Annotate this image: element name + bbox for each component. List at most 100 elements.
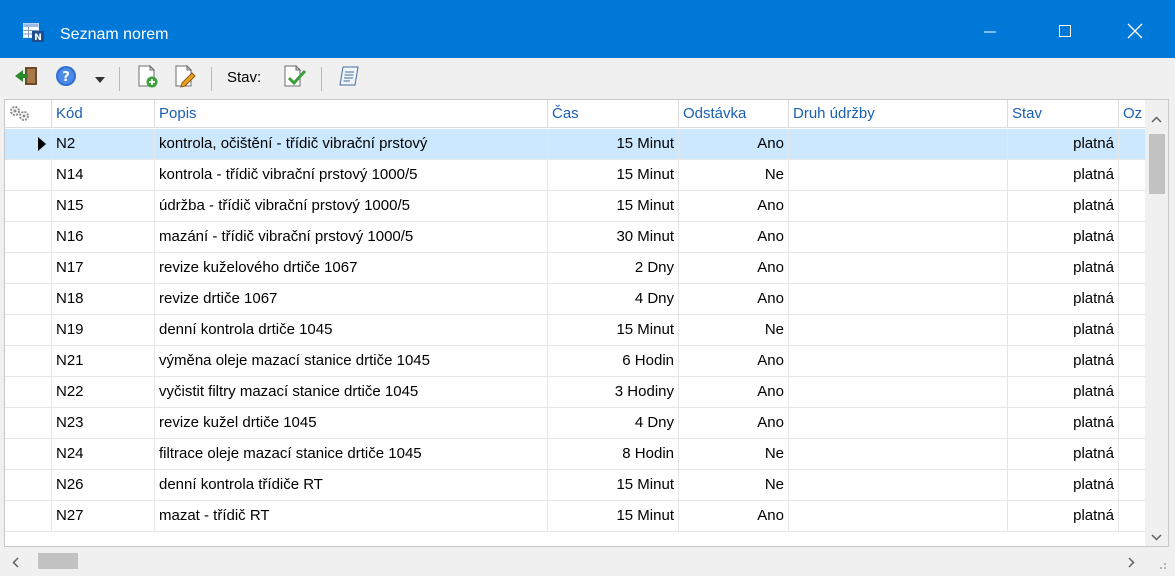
vertical-scrollbar[interactable] — [1145, 100, 1168, 546]
scroll-up-icon[interactable] — [1151, 110, 1162, 127]
cell-druh-udrzby[interactable] — [788, 439, 1007, 470]
row-indicator[interactable] — [5, 129, 51, 160]
row-indicator[interactable] — [5, 408, 51, 439]
cell-kod[interactable]: N14 — [51, 160, 154, 191]
row-indicator[interactable] — [5, 253, 51, 284]
cell-cas[interactable]: 15 Minut — [547, 191, 678, 222]
cell-druh-udrzby[interactable] — [788, 129, 1007, 160]
cell-stav[interactable]: platná — [1007, 222, 1118, 253]
edit-record-button[interactable] — [170, 64, 198, 90]
cell-popis[interactable]: denní kontrola drtiče 1045 — [154, 315, 547, 346]
cell-oz[interactable] — [1118, 191, 1145, 222]
column-settings-icon[interactable] — [9, 105, 31, 125]
column-header-odstavka[interactable]: Odstávka — [678, 100, 788, 128]
row-indicator[interactable] — [5, 439, 51, 470]
cell-odstavka[interactable]: Ano — [678, 408, 788, 439]
cell-stav[interactable]: platná — [1007, 501, 1118, 532]
cell-druh-udrzby[interactable] — [788, 470, 1007, 501]
cell-druh-udrzby[interactable] — [788, 315, 1007, 346]
table-row[interactable]: N16 mazání - třídič vibrační prstový 1000… — [5, 222, 1145, 253]
cell-popis[interactable]: mazání - třídič vibrační prstový 1000/5 — [154, 222, 547, 253]
row-indicator[interactable] — [5, 346, 51, 377]
cell-kod[interactable]: N22 — [51, 377, 154, 408]
maximize-button[interactable] — [1030, 8, 1100, 58]
cell-stav[interactable]: platná — [1007, 191, 1118, 222]
horizontal-scroll-thumb[interactable] — [38, 553, 78, 569]
cell-popis[interactable]: revize kuželového drtiče 1067 — [154, 253, 547, 284]
cell-cas[interactable]: 6 Hodin — [547, 346, 678, 377]
row-indicator[interactable] — [5, 377, 51, 408]
cell-oz[interactable] — [1118, 253, 1145, 284]
cell-kod[interactable]: N26 — [51, 470, 154, 501]
cell-odstavka[interactable]: Ne — [678, 160, 788, 191]
cell-popis[interactable]: vyčistit filtry mazací stanice drtiče 10… — [154, 377, 547, 408]
cell-kod[interactable]: N23 — [51, 408, 154, 439]
cell-cas[interactable]: 4 Dny — [547, 408, 678, 439]
new-record-button[interactable] — [133, 64, 161, 90]
row-indicator[interactable] — [5, 315, 51, 346]
cell-odstavka[interactable]: Ano — [678, 377, 788, 408]
help-dropdown-button[interactable] — [92, 66, 108, 90]
scroll-right-icon[interactable] — [1128, 555, 1135, 572]
exit-button[interactable] — [12, 66, 40, 90]
cell-cas[interactable]: 3 Hodiny — [547, 377, 678, 408]
cell-odstavka[interactable]: Ano — [678, 284, 788, 315]
cell-cas[interactable]: 8 Hodin — [547, 439, 678, 470]
cell-popis[interactable]: revize kužel drtiče 1045 — [154, 408, 547, 439]
cell-druh-udrzby[interactable] — [788, 191, 1007, 222]
cell-cas[interactable]: 15 Minut — [547, 315, 678, 346]
cell-oz[interactable] — [1118, 222, 1145, 253]
row-indicator[interactable] — [5, 191, 51, 222]
cell-oz[interactable] — [1118, 377, 1145, 408]
row-indicator[interactable] — [5, 160, 51, 191]
column-header-druh-udrzby[interactable]: Druh údržby — [788, 100, 1007, 128]
cell-popis[interactable]: kontrola - třídič vibrační prstový 1000/… — [154, 160, 547, 191]
cell-odstavka[interactable]: Ano — [678, 501, 788, 532]
cell-druh-udrzby[interactable] — [788, 346, 1007, 377]
row-indicator[interactable] — [5, 501, 51, 532]
row-indicator[interactable] — [5, 470, 51, 501]
table-row[interactable]: N22 vyčistit filtry mazací stanice drtiče… — [5, 377, 1145, 408]
horizontal-scrollbar[interactable] — [4, 549, 1145, 572]
table-row[interactable]: N27 mazat - třídič RT 15 Minut Ano platná — [5, 501, 1145, 532]
cell-stav[interactable]: platná — [1007, 129, 1118, 160]
table-row[interactable]: N26 denní kontrola třídiče RT 15 Minut Ne pl… — [5, 470, 1145, 501]
cell-kod[interactable]: N24 — [51, 439, 154, 470]
cell-kod[interactable]: N21 — [51, 346, 154, 377]
column-header-popis[interactable]: Popis — [154, 100, 547, 128]
cell-cas[interactable]: 2 Dny — [547, 253, 678, 284]
cell-stav[interactable]: platná — [1007, 284, 1118, 315]
cell-odstavka[interactable]: Ne — [678, 315, 788, 346]
cell-popis[interactable]: denní kontrola třídiče RT — [154, 470, 547, 501]
scroll-left-icon[interactable] — [12, 555, 19, 572]
cell-cas[interactable]: 30 Minut — [547, 222, 678, 253]
column-header-cas[interactable]: Čas — [547, 100, 678, 128]
cell-cas[interactable]: 15 Minut — [547, 501, 678, 532]
table-row[interactable]: N21 výměna oleje mazací stanice drtiče 10… — [5, 346, 1145, 377]
cell-odstavka[interactable]: Ano — [678, 129, 788, 160]
table-row[interactable]: N14 kontrola - třídič vibrační prstový 10… — [5, 160, 1145, 191]
approve-button[interactable] — [279, 64, 309, 90]
cell-oz[interactable] — [1118, 284, 1145, 315]
cell-oz[interactable] — [1118, 501, 1145, 532]
cell-stav[interactable]: platná — [1007, 439, 1118, 470]
resize-grip-icon[interactable] — [1150, 553, 1170, 573]
cell-odstavka[interactable]: Ne — [678, 470, 788, 501]
cell-oz[interactable] — [1118, 315, 1145, 346]
cell-stav[interactable]: platná — [1007, 253, 1118, 284]
cell-kod[interactable]: N27 — [51, 501, 154, 532]
cell-druh-udrzby[interactable] — [788, 284, 1007, 315]
table-row[interactable]: N23 revize kužel drtiče 1045 4 Dny Ano platn… — [5, 408, 1145, 439]
cell-cas[interactable]: 15 Minut — [547, 470, 678, 501]
cell-kod[interactable]: N16 — [51, 222, 154, 253]
table-row[interactable]: N15 údržba - třídič vibrační prstový 1000… — [5, 191, 1145, 222]
column-header-stav[interactable]: Stav — [1007, 100, 1118, 128]
cell-stav[interactable]: platná — [1007, 346, 1118, 377]
norms-table[interactable]: Kód Popis Čas Odstávka Druh údržby Stav … — [4, 99, 1169, 547]
table-row[interactable]: N19 denní kontrola drtiče 1045 15 Minut Ne p… — [5, 315, 1145, 346]
cell-popis[interactable]: údržba - třídič vibrační prstový 1000/5 — [154, 191, 547, 222]
cell-oz[interactable] — [1118, 129, 1145, 160]
cell-druh-udrzby[interactable] — [788, 160, 1007, 191]
scroll-down-icon[interactable] — [1151, 528, 1162, 545]
cell-popis[interactable]: revize drtiče 1067 — [154, 284, 547, 315]
